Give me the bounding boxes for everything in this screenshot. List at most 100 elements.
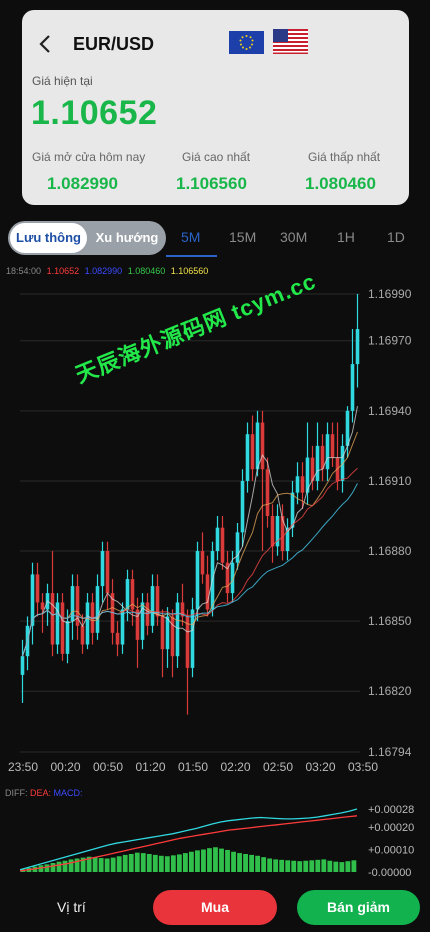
tab-trend[interactable]: Xu hướng (89, 223, 165, 253)
y-tick-label: 1.16910 (368, 474, 412, 488)
macd-y-tick-label: -0.00000 (368, 867, 411, 879)
eu-flag-icon (229, 31, 264, 54)
macd-histogram-bar (327, 860, 333, 872)
x-tick-label: 03:50 (348, 760, 378, 774)
macd-histogram-bar (225, 849, 230, 872)
x-tick-label: 00:20 (51, 760, 81, 774)
macd-histogram-bar (104, 858, 110, 872)
macd-histogram-bar (303, 860, 309, 872)
candle-body (105, 551, 110, 594)
current-price-value: 1.10652 (31, 94, 158, 132)
macd-histogram-bar (146, 854, 152, 872)
candle-body (170, 616, 175, 657)
macd-histogram-bar (50, 863, 56, 872)
macd-histogram-bar (170, 855, 176, 872)
macd-label: MACD: (53, 788, 83, 798)
macd-histogram-bar (98, 858, 104, 872)
candle-body (190, 609, 195, 668)
candle-body (280, 515, 285, 552)
macd-histogram-bar (56, 861, 62, 872)
macd-histogram-bar (116, 856, 122, 872)
macd-histogram-bar (261, 857, 267, 872)
position-tab[interactable]: Vị trí (57, 899, 86, 915)
macd-histogram-bar (237, 853, 242, 872)
low-price-label: Giá thấp nhất (308, 150, 381, 164)
candle-body (325, 434, 330, 470)
macd-histogram-bar (201, 849, 206, 872)
candle-body (245, 434, 250, 481)
open-price-label: Giá mở cửa hôm nay (32, 150, 146, 164)
x-tick-label: 01:20 (136, 760, 166, 774)
candle-body (240, 480, 245, 533)
candle-body (20, 656, 25, 675)
candle-body (40, 602, 45, 610)
candle-body (100, 551, 105, 587)
info-time: 18:54:00 (6, 266, 42, 276)
macd-y-tick-label: +0.00028 (368, 804, 414, 816)
high-price-label: Giá cao nhất (182, 150, 251, 164)
macd-histogram-bar (351, 860, 357, 872)
macd-histogram-bar (333, 861, 339, 872)
y-tick-label: 1.16880 (368, 544, 412, 558)
candle-body (315, 445, 320, 481)
candle-body (120, 609, 125, 645)
macd-legend: DIFF: DEA: MACD: (5, 788, 83, 798)
candle-body (350, 364, 355, 411)
candle-body (250, 434, 255, 470)
x-tick-label: 23:50 (8, 760, 38, 774)
y-tick-label: 1.16940 (368, 404, 412, 418)
macd-histogram-bar (62, 860, 68, 872)
low-price-value: 1.080460 (305, 174, 376, 193)
x-tick-label: 02:50 (263, 760, 293, 774)
candle-body (270, 515, 275, 547)
timeframe-30m[interactable]: 30M (280, 229, 307, 245)
candle-body (80, 625, 85, 645)
back-arrow-icon[interactable] (34, 32, 58, 56)
sell-short-button[interactable]: Bán giảm (297, 890, 420, 925)
candle-body (165, 616, 170, 650)
timeframe-5m[interactable]: 5M (181, 229, 200, 245)
candle-body (125, 579, 130, 610)
info-value-open: 1.082990 (84, 266, 123, 276)
candle-body (35, 574, 40, 603)
price-summary-card: EUR/USD Giá hiện tại 1.10652 Giá mở cửa … (22, 10, 409, 205)
x-tick-label: 01:50 (178, 760, 208, 774)
candle-body (85, 602, 90, 645)
candle-body (235, 532, 240, 563)
macd-histogram-bar (134, 852, 140, 872)
active-timeframe-indicator (166, 255, 217, 257)
y-tick-label: 1.16990 (368, 287, 412, 301)
macd-histogram-bar (249, 854, 254, 872)
macd-histogram-bar (195, 850, 200, 872)
macd-histogram-bar (189, 851, 194, 872)
tab-circulation[interactable]: Lưu thông (10, 223, 87, 253)
y-tick-label: 1.16820 (368, 684, 412, 698)
action-bar: Vị trí Mua Bán giảm (0, 880, 430, 932)
macd-histogram-bar (182, 853, 188, 872)
x-tick-label: 03:20 (306, 760, 336, 774)
timeframe-1d[interactable]: 1D (387, 229, 405, 245)
macd-histogram-bar (219, 848, 224, 872)
buy-button[interactable]: Mua (153, 890, 277, 925)
high-price-value: 1.106560 (176, 174, 247, 193)
y-tick-label: 1.16970 (368, 334, 412, 348)
candle-body (205, 574, 210, 610)
candle-body (255, 422, 260, 470)
candle-body (300, 476, 305, 493)
candle-body (200, 551, 205, 575)
candle-body (65, 621, 70, 654)
macd-histogram-bar (213, 847, 218, 872)
trading-screen: EUR/USD Giá hiện tại 1.10652 Giá mở cửa … (0, 0, 430, 932)
candle-body (95, 586, 100, 633)
timeframe-15m[interactable]: 15M (229, 229, 256, 245)
x-tick-label: 02:20 (221, 760, 251, 774)
candle-body (265, 469, 270, 516)
macd-histogram-bar (297, 861, 303, 872)
macd-histogram-bar (164, 856, 170, 872)
macd-histogram-bar (243, 854, 248, 872)
timeframe-1h[interactable]: 1H (337, 229, 355, 245)
ohlc-info-line: 18:54:00 1.10652 1.082990 1.080460 1.106… (6, 266, 211, 276)
y-tick-label: 1.16850 (368, 614, 412, 628)
info-value-current: 1.10652 (46, 266, 80, 276)
macd-histogram-bar (309, 860, 315, 872)
